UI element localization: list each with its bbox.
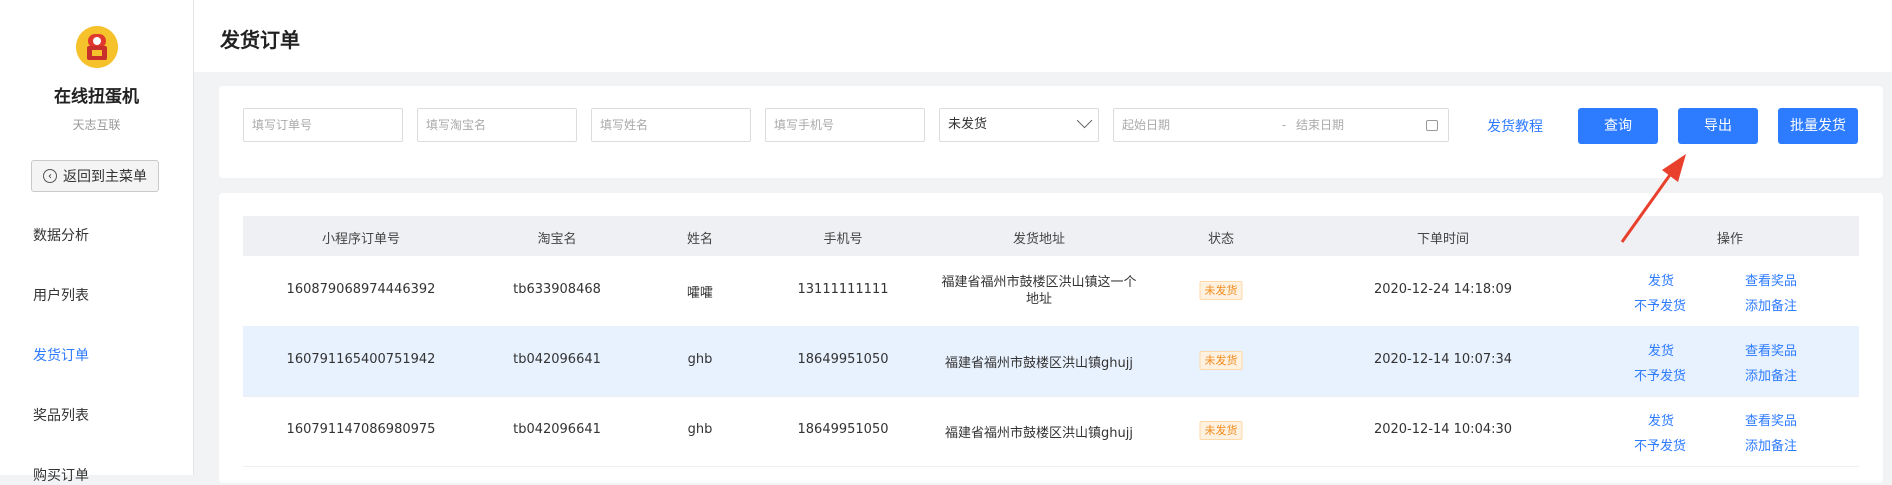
address-cell: 福建省福州市鼓楼区洪山镇ghujj (945, 426, 1133, 441)
view-prize-link[interactable]: 查看奖品 (1745, 410, 1797, 429)
date-range-picker[interactable]: 起始日期 - 结束日期 (1113, 108, 1449, 142)
sidebar: 在线扭蛋机 天志互联 ‹ 返回到主菜单 数据分析 用户列表 发货订单 奖品列表 … (0, 0, 194, 484)
chevron-down-icon (1076, 112, 1093, 129)
status-select-value: 未发货 (948, 117, 988, 132)
annotation-arrow-icon (1620, 154, 1686, 243)
col-header-order-no: 小程序订单号 (321, 232, 401, 247)
status-badge-cell: 未发货 (1199, 281, 1243, 300)
status-select[interactable]: 未发货 (939, 108, 1099, 142)
col-header-status: 状态 (1207, 232, 1235, 247)
col-header-phone: 手机号 (823, 232, 863, 247)
batch-ship-button[interactable]: 批量发货 (1778, 108, 1858, 144)
phone-input[interactable]: 填写手机号 (765, 108, 925, 142)
order-time-cell: 2020-12-24 14:18:09 (1373, 282, 1513, 297)
sidebar-item-user-list[interactable]: 用户列表 (33, 285, 89, 305)
status-badge: 未发货 (1199, 421, 1243, 440)
taobao-cell: tb633908468 (513, 282, 601, 297)
ship-link[interactable]: 发货 (1648, 340, 1674, 359)
ship-link[interactable]: 发货 (1648, 270, 1674, 289)
no-ship-link[interactable]: 不予发货 (1634, 435, 1686, 454)
name-cell: ghb (687, 422, 713, 437)
status-badge: 未发货 (1199, 351, 1243, 370)
order-number-input[interactable]: 填写订单号 (243, 108, 403, 142)
order-time-cell: 2020-12-14 10:04:30 (1373, 422, 1513, 437)
phone-cell: 18649951050 (797, 422, 889, 437)
no-ship-link[interactable]: 不予发货 (1634, 365, 1686, 384)
taobao-cell: tb042096641 (513, 352, 601, 367)
status-badge: 未发货 (1199, 281, 1243, 300)
add-note-link[interactable]: 添加备注 (1745, 295, 1797, 314)
no-ship-link[interactable]: 不予发货 (1634, 295, 1686, 314)
status-badge-cell: 未发货 (1199, 421, 1243, 440)
back-button-label: 返回到主菜单 (63, 169, 147, 185)
export-button[interactable]: 导出 (1678, 108, 1758, 144)
back-to-main-menu-button[interactable]: ‹ 返回到主菜单 (31, 160, 159, 192)
chevron-left-icon: ‹ (43, 169, 57, 183)
order-no-cell: 160791147086980975 (286, 422, 436, 437)
ship-link[interactable]: 发货 (1648, 410, 1674, 429)
name-cell: ghb (687, 352, 713, 367)
sidebar-item-shipping-orders[interactable]: 发货订单 (33, 345, 89, 365)
company-name: 天志互联 (72, 118, 121, 132)
col-header-actions: 操作 (1716, 232, 1744, 247)
address-cell: 福建省福州市鼓楼区洪山镇ghujj (945, 356, 1133, 371)
add-note-link[interactable]: 添加备注 (1745, 365, 1797, 384)
view-prize-link[interactable]: 查看奖品 (1745, 340, 1797, 359)
order-no-cell: 160879068974446392 (286, 282, 436, 297)
start-date-field[interactable]: 起始日期 (1122, 109, 1272, 141)
col-header-order-time: 下单时间 (1416, 232, 1470, 247)
top-bar (194, 0, 1892, 72)
view-prize-link[interactable]: 查看奖品 (1745, 270, 1797, 289)
app-logo (76, 26, 118, 68)
sidebar-item-prize-list[interactable]: 奖品列表 (33, 405, 89, 425)
page-title: 发货订单 (220, 28, 300, 52)
app-name: 在线扭蛋机 (54, 87, 139, 107)
name-cell: 嚯嚯 (686, 286, 714, 301)
taobao-name-input[interactable]: 填写淘宝名 (417, 108, 577, 142)
col-header-address: 发货地址 (1012, 232, 1066, 247)
sidebar-item-data-analysis[interactable]: 数据分析 (33, 225, 89, 245)
end-date-field[interactable]: 结束日期 (1296, 109, 1426, 141)
sidebar-item-purchase-orders[interactable]: 购买订单 (33, 465, 89, 485)
shipping-tutorial-link[interactable]: 发货教程 (1487, 116, 1543, 136)
phone-cell: 18649951050 (797, 352, 889, 367)
taobao-cell: tb042096641 (513, 422, 601, 437)
date-range-separator: - (1281, 118, 1287, 132)
order-no-cell: 160791165400751942 (286, 352, 436, 367)
col-header-taobao: 淘宝名 (537, 232, 577, 247)
status-badge-cell: 未发货 (1199, 351, 1243, 370)
order-time-cell: 2020-12-14 10:07:34 (1373, 352, 1513, 367)
name-input[interactable]: 填写姓名 (591, 108, 751, 142)
col-header-name: 姓名 (686, 232, 714, 247)
query-button[interactable]: 查询 (1578, 108, 1658, 144)
calendar-icon (1426, 119, 1438, 131)
phone-cell: 13111111111 (797, 282, 889, 297)
address-cell: 福建省福州市鼓楼区洪山镇这一个地址 (941, 275, 1137, 307)
add-note-link[interactable]: 添加备注 (1745, 435, 1797, 454)
